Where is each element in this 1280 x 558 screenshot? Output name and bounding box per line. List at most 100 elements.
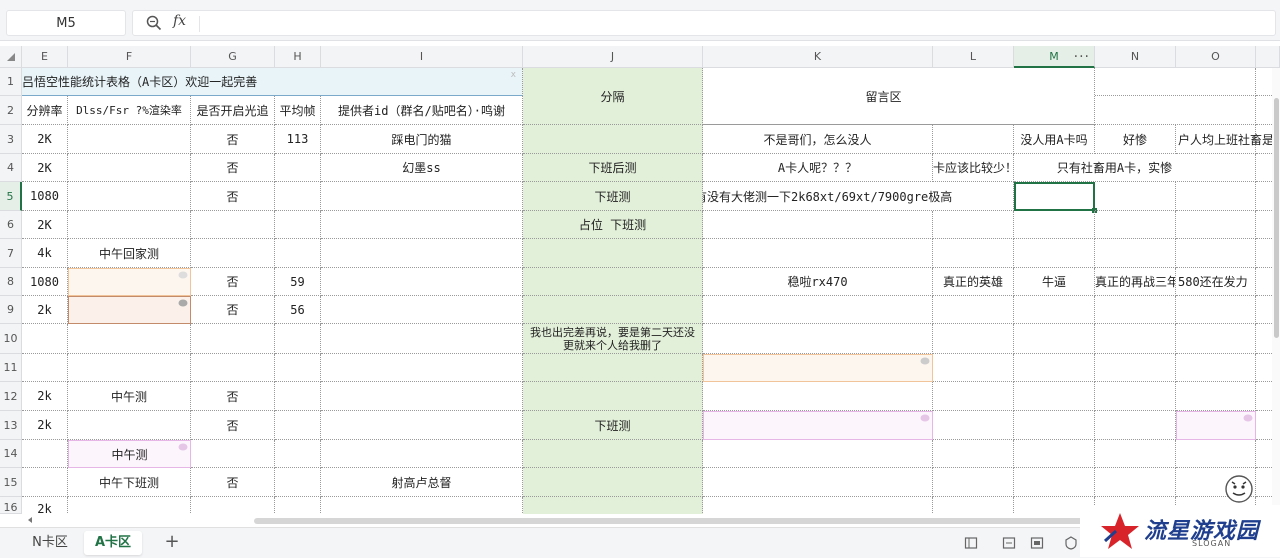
cell-n1[interactable]: [1095, 68, 1256, 96]
cell-f4[interactable]: [68, 154, 191, 182]
col-header-o[interactable]: O: [1176, 46, 1256, 68]
cell-j7[interactable]: [523, 239, 703, 268]
header-dlss[interactable]: Dlss/Fsr ?%渲染率: [68, 96, 191, 125]
cell-o12[interactable]: [1176, 382, 1256, 411]
comment-icon[interactable]: [178, 271, 188, 279]
cell-m6[interactable]: [1014, 211, 1095, 239]
cell-n2[interactable]: [1095, 96, 1256, 125]
cell-n8[interactable]: 真正的再战三年: [1095, 268, 1176, 296]
cell-j11[interactable]: [523, 354, 703, 382]
cell-h10[interactable]: [275, 324, 321, 354]
row-header-1[interactable]: 1: [0, 68, 22, 96]
cell-e3[interactable]: 2K: [22, 125, 68, 154]
col-header-h[interactable]: H: [275, 46, 321, 68]
col-header-p[interactable]: [1256, 46, 1280, 68]
cell-l4[interactable]: 卡应该比较少！: [933, 154, 1014, 182]
col-header-l[interactable]: L: [933, 46, 1014, 68]
cell-h5[interactable]: [275, 182, 321, 211]
header-provider[interactable]: 提供者id（群名/贴吧名）·鸣谢: [321, 96, 523, 125]
cell-e11[interactable]: [22, 354, 68, 382]
cell-j9[interactable]: [523, 296, 703, 324]
cell-f16[interactable]: [68, 497, 191, 514]
formula-input[interactable]: fx: [132, 10, 1276, 36]
cell-k6[interactable]: [703, 211, 933, 239]
column-menu-icon[interactable]: ···: [1074, 46, 1090, 68]
cell-m8[interactable]: 牛逼: [1014, 268, 1095, 296]
row-header-7[interactable]: 7: [0, 239, 22, 268]
cell-k15[interactable]: [703, 468, 933, 497]
cell-l8[interactable]: 真正的英雄: [933, 268, 1014, 296]
cell-k9[interactable]: [703, 296, 933, 324]
sheet-tab-n[interactable]: N卡区: [28, 531, 72, 555]
cell-e4[interactable]: 2K: [22, 154, 68, 182]
cell-f5[interactable]: [68, 182, 191, 211]
cell-f10[interactable]: [68, 324, 191, 354]
cell-g14[interactable]: [191, 440, 275, 468]
cell-m10[interactable]: [1014, 324, 1095, 354]
cell-n5[interactable]: [1095, 182, 1176, 211]
cell-j4[interactable]: 下班后测: [523, 154, 703, 182]
cell-l6[interactable]: [933, 211, 1014, 239]
cell-j12[interactable]: [523, 382, 703, 411]
cell-m9[interactable]: [1014, 296, 1095, 324]
cell-l13[interactable]: [933, 411, 1014, 440]
cell-e6[interactable]: 2K: [22, 211, 68, 239]
cell-o8[interactable]: 580还在发力 防: [1176, 268, 1256, 296]
cell-i7[interactable]: [321, 239, 523, 268]
cell-l10[interactable]: [933, 324, 1014, 354]
cell-n9[interactable]: [1095, 296, 1176, 324]
cell-j5[interactable]: 下班测: [523, 182, 703, 211]
cell-f7[interactable]: 中午回家测: [68, 239, 191, 268]
cell-m14[interactable]: [1014, 440, 1095, 468]
cell-k5[interactable]: 有没有大佬测一下2k68xt/69xt/7900gre极高: [703, 182, 1014, 211]
cell-m3[interactable]: 没人用A卡吗: [1014, 125, 1095, 154]
row-header-2[interactable]: 2: [0, 96, 22, 125]
cell-g12[interactable]: 否: [191, 382, 275, 411]
vertical-scroll-thumb[interactable]: [1274, 98, 1279, 338]
cell-l14[interactable]: [933, 440, 1014, 468]
cell-e7[interactable]: 4k: [22, 239, 68, 268]
row-header-13[interactable]: 13: [0, 411, 22, 440]
cell-m15[interactable]: [1014, 468, 1095, 497]
cell-h8[interactable]: 59: [275, 268, 321, 296]
row-header-6[interactable]: 6: [0, 211, 22, 239]
cell-n11[interactable]: [1095, 354, 1176, 382]
cell-i5[interactable]: [321, 182, 523, 211]
cell-g8[interactable]: 否: [191, 268, 275, 296]
row-header-16[interactable]: 16: [0, 497, 22, 514]
header-resolution[interactable]: 分辨率: [22, 96, 68, 125]
cell-h9[interactable]: 56: [275, 296, 321, 324]
cell-e8[interactable]: 1080: [22, 268, 68, 296]
comment-icon[interactable]: [920, 414, 930, 422]
cell-h11[interactable]: [275, 354, 321, 382]
cell-e15[interactable]: [22, 468, 68, 497]
scroll-left-arrow-icon[interactable]: [26, 516, 34, 524]
cell-n12[interactable]: [1095, 382, 1176, 411]
cell-g11[interactable]: [191, 354, 275, 382]
row-header-10[interactable]: 10: [0, 324, 22, 354]
cell-i15[interactable]: 射高卢总督: [321, 468, 523, 497]
cell-i9[interactable]: [321, 296, 523, 324]
cell-h12[interactable]: [275, 382, 321, 411]
message-area-header[interactable]: 留言区: [703, 68, 1095, 125]
cell-k4[interactable]: A卡人呢？？？: [703, 154, 933, 182]
cell-l15[interactable]: [933, 468, 1014, 497]
cell-f11[interactable]: [68, 354, 191, 382]
cell-n15[interactable]: [1095, 468, 1176, 497]
cell-j8[interactable]: [523, 268, 703, 296]
cell-n3[interactable]: 好惨: [1095, 125, 1176, 154]
cell-m13[interactable]: [1014, 411, 1095, 440]
cell-o6[interactable]: [1176, 211, 1256, 239]
cell-g16[interactable]: [191, 497, 275, 514]
cell-h16[interactable]: [275, 497, 321, 514]
cell-g15[interactable]: 否: [191, 468, 275, 497]
row-header-4[interactable]: 4: [0, 154, 22, 182]
cell-m11[interactable]: [1014, 354, 1095, 382]
cell-k10[interactable]: [703, 324, 933, 354]
cell-n13[interactable]: [1095, 411, 1176, 440]
cell-j6[interactable]: 占位 下班测: [523, 211, 703, 239]
cell-k8[interactable]: 稳啦rx470: [703, 268, 933, 296]
cell-l16[interactable]: [933, 497, 1014, 514]
cell-e5[interactable]: 1080: [22, 182, 68, 211]
protect-icon[interactable]: [1064, 536, 1078, 550]
